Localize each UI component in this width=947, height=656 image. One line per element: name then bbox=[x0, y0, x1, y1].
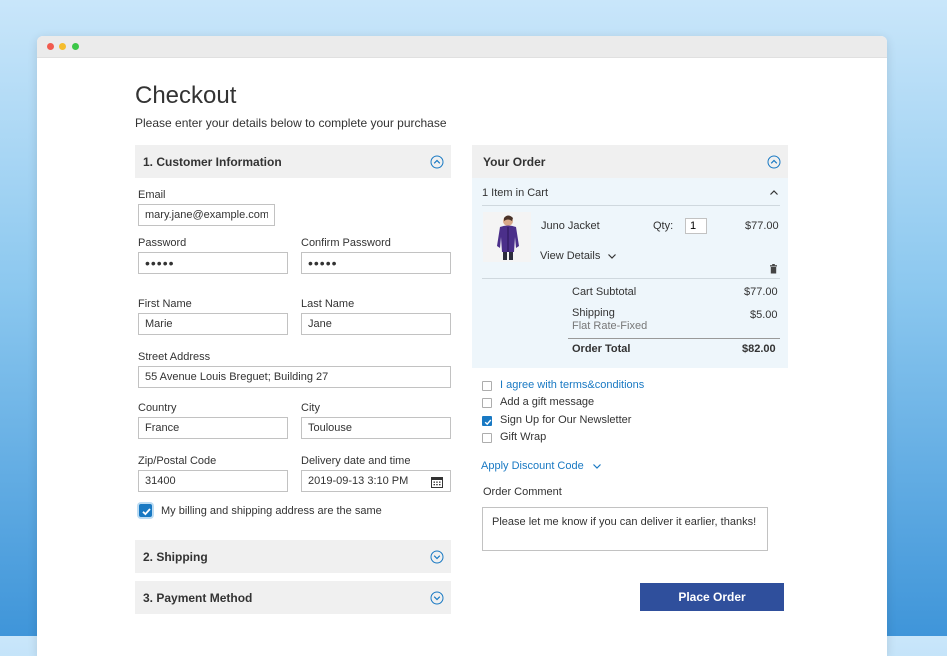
cart-subtotal-value: $77.00 bbox=[744, 286, 778, 298]
section-payment-label: 3. Payment Method bbox=[143, 591, 253, 605]
street-address-field[interactable] bbox=[138, 366, 451, 388]
browser-window: Checkout Please enter your details below… bbox=[37, 36, 887, 656]
city-field[interactable] bbox=[301, 417, 451, 439]
qty-label: Qty: bbox=[653, 220, 674, 232]
order-comment-field[interactable]: Please let me know if you can deliver it… bbox=[482, 507, 768, 551]
qty-input[interactable] bbox=[685, 218, 707, 234]
place-order-button[interactable]: Place Order bbox=[640, 583, 784, 611]
zip-field[interactable] bbox=[138, 470, 288, 492]
page-subtitle: Please enter your details below to compl… bbox=[135, 116, 447, 130]
terms-link[interactable]: I agree with terms&conditions bbox=[500, 379, 644, 391]
divider bbox=[482, 278, 780, 279]
section-customer-information[interactable]: 1. Customer Information bbox=[135, 145, 451, 178]
gift-wrap-label: Gift Wrap bbox=[500, 431, 547, 443]
last-name-label: Last Name bbox=[301, 298, 355, 310]
jacket-image bbox=[483, 212, 531, 262]
divider bbox=[568, 338, 780, 339]
gift-message-label: Add a gift message bbox=[500, 396, 595, 408]
delivery-date-field[interactable] bbox=[301, 470, 451, 492]
password-field[interactable] bbox=[138, 252, 288, 274]
trash-icon[interactable] bbox=[769, 264, 778, 274]
terms-checkbox[interactable] bbox=[482, 381, 492, 391]
confirm-password-field[interactable] bbox=[301, 252, 451, 274]
newsletter-checkbox[interactable] bbox=[482, 416, 492, 426]
section-customer-label: 1. Customer Information bbox=[143, 155, 282, 169]
divider bbox=[482, 205, 780, 206]
country-field[interactable] bbox=[138, 417, 288, 439]
email-field[interactable] bbox=[138, 204, 275, 226]
order-total-value: $82.00 bbox=[742, 343, 776, 355]
section-shipping[interactable]: 2. Shipping bbox=[135, 540, 451, 573]
page-title: Checkout bbox=[135, 82, 237, 109]
calendar-icon[interactable] bbox=[431, 476, 443, 488]
apply-discount-link[interactable]: Apply Discount Code bbox=[481, 460, 584, 472]
country-label: Country bbox=[138, 402, 177, 414]
shipping-label: Shipping bbox=[572, 307, 615, 319]
same-address-label: My billing and shipping address are the … bbox=[161, 505, 382, 517]
checkmark-icon bbox=[484, 419, 492, 426]
section-payment-method[interactable]: 3. Payment Method bbox=[135, 581, 451, 614]
product-price: $77.00 bbox=[745, 220, 779, 232]
checkout-page: Checkout Please enter your details below… bbox=[37, 36, 887, 636]
view-details-link[interactable]: View Details bbox=[540, 250, 600, 262]
same-address-checkbox[interactable] bbox=[139, 504, 152, 517]
chevron-down-icon[interactable] bbox=[607, 253, 617, 260]
confirm-password-label: Confirm Password bbox=[301, 237, 391, 249]
cart-subtotal-label: Cart Subtotal bbox=[572, 286, 637, 298]
last-name-field[interactable] bbox=[301, 313, 451, 335]
password-label: Password bbox=[138, 237, 187, 249]
section-shipping-label: 2. Shipping bbox=[143, 550, 208, 564]
email-label: Email bbox=[138, 189, 166, 201]
street-address-label: Street Address bbox=[138, 351, 211, 363]
newsletter-label: Sign Up for Our Newsletter bbox=[500, 414, 632, 426]
chevron-up-icon[interactable] bbox=[769, 189, 779, 196]
first-name-field[interactable] bbox=[138, 313, 288, 335]
gift-message-checkbox[interactable] bbox=[482, 398, 492, 408]
product-image[interactable] bbox=[483, 212, 531, 262]
order-summary-header[interactable]: Your Order bbox=[472, 145, 788, 178]
gift-wrap-checkbox[interactable] bbox=[482, 433, 492, 443]
chevron-down-circle-icon[interactable] bbox=[430, 591, 444, 605]
order-total-label: Order Total bbox=[572, 343, 631, 355]
shipping-value: $5.00 bbox=[750, 309, 778, 321]
zip-label: Zip/Postal Code bbox=[138, 455, 217, 467]
chevron-down-circle-icon[interactable] bbox=[430, 550, 444, 564]
chevron-up-circle-icon[interactable] bbox=[430, 155, 444, 169]
items-in-cart-count[interactable]: 1 Item in Cart bbox=[482, 187, 548, 199]
order-summary-title: Your Order bbox=[483, 155, 546, 169]
checkmark-icon bbox=[142, 508, 151, 516]
order-comment-label: Order Comment bbox=[483, 486, 562, 498]
delivery-date-label: Delivery date and time bbox=[301, 455, 411, 467]
shipping-method: Flat Rate-Fixed bbox=[572, 320, 648, 332]
first-name-label: First Name bbox=[138, 298, 192, 310]
product-name: Juno Jacket bbox=[541, 220, 600, 232]
chevron-down-icon[interactable] bbox=[592, 463, 602, 470]
city-label: City bbox=[301, 402, 320, 414]
chevron-up-circle-icon[interactable] bbox=[767, 155, 781, 169]
